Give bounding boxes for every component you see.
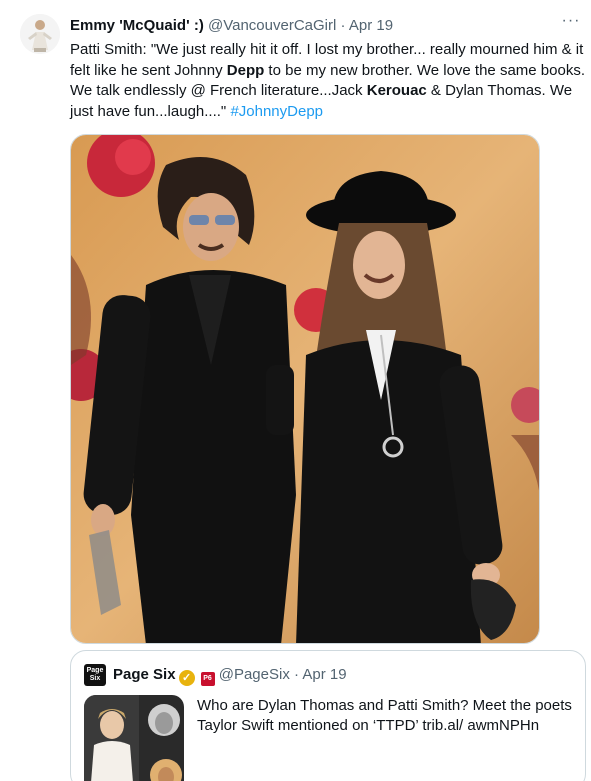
quote-header: Page Six ✓ P6 @PageSix · Apr 19 bbox=[113, 666, 347, 686]
tweet-header: Emmy 'McQuaid' :) @VancouverCaGirl · Apr… bbox=[70, 17, 581, 39]
author-name[interactable]: Emmy 'McQuaid' :) bbox=[70, 17, 204, 34]
tweet[interactable]: Emmy 'McQuaid' :) @VancouverCaGirl · Apr… bbox=[0, 0, 591, 781]
quote-thumbnail[interactable] bbox=[84, 695, 184, 781]
hashtag-link[interactable]: #JohnnyDepp bbox=[230, 103, 323, 120]
tweet-text: Patti Smith: "We just really hit it off.… bbox=[70, 40, 586, 122]
quote-author-name[interactable]: Page Six bbox=[113, 666, 176, 683]
more-options-button[interactable]: ··· bbox=[559, 12, 583, 34]
avatar-image bbox=[20, 14, 60, 54]
logo-text-top: Page bbox=[86, 667, 104, 674]
logo-text-bottom: Six bbox=[89, 675, 101, 682]
photo-image bbox=[71, 135, 539, 643]
quoted-tweet[interactable]: Page Six Page Six ✓ P6 @PageSix · Apr 19 W… bbox=[70, 650, 586, 781]
thumbnail-image bbox=[84, 695, 184, 781]
tweet-photo[interactable] bbox=[70, 134, 540, 644]
more-horizontal-icon: ··· bbox=[561, 12, 581, 29]
quote-author-handle[interactable]: @PageSix bbox=[219, 666, 290, 683]
tweet-text-bold: Depp bbox=[226, 61, 265, 79]
quote-text: Who are Dylan Thomas and Patti Smith? Me… bbox=[197, 697, 572, 734]
tweet-date[interactable]: Apr 19 bbox=[349, 17, 393, 34]
verified-badge-icon: ✓ bbox=[178, 670, 195, 686]
page-six-avatar[interactable]: Page Six bbox=[84, 664, 106, 686]
affiliate-badge-icon: P6 bbox=[200, 672, 215, 686]
quote-date[interactable]: Apr 19 bbox=[302, 666, 346, 683]
avatar[interactable] bbox=[20, 14, 60, 54]
author-handle[interactable]: @VancouverCaGirl bbox=[208, 17, 336, 34]
separator-dot: · bbox=[340, 17, 346, 34]
separator-dot: · bbox=[294, 666, 299, 683]
tweet-text-bold: Kerouac bbox=[366, 82, 427, 99]
